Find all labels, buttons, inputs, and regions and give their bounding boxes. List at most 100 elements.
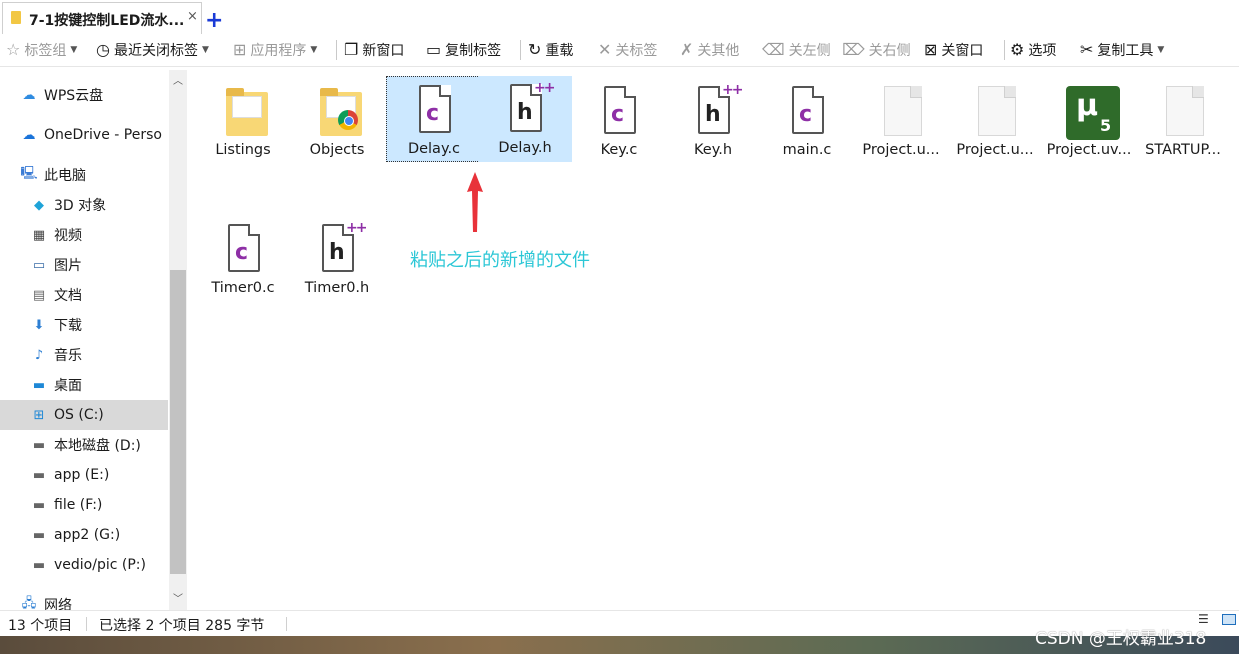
music-icon: ♪ (34, 347, 44, 363)
file-item[interactable]: μ5 Project.uv... (1042, 78, 1136, 164)
uvision-icon: μ5 (1066, 86, 1120, 140)
nav-item-label: WPS云盘 (44, 88, 104, 104)
nav-item-drive-e[interactable]: ▬ app (E:) (0, 460, 168, 490)
nav-item-desktop[interactable]: ▬ 桌面 (0, 370, 168, 400)
drive-icon: ▬ (32, 527, 46, 543)
blank-file-icon (878, 86, 924, 140)
chevron-down-icon[interactable]: ﹀ (169, 590, 187, 606)
nav-scrollbar-thumb[interactable] (170, 270, 186, 574)
nav-item-label: 此电脑 (44, 168, 86, 184)
h-file-icon: h ++ (502, 80, 556, 138)
new-tab-button[interactable]: + (205, 10, 223, 32)
chevron-down-icon: ▼ (201, 45, 209, 55)
chevron-down-icon: ▼ (1157, 45, 1165, 55)
nav-item-wps-cloud[interactable]: ☁ WPS云盘 (0, 80, 168, 110)
applications-button[interactable]: ⊞ 应用程序 ▼ (233, 38, 317, 62)
c-file-icon: c (596, 86, 642, 140)
file-item[interactable]: Listings (196, 78, 290, 164)
nav-item-label: 3D 对象 (54, 198, 107, 214)
nav-item-documents[interactable]: ▤ 文档 (0, 280, 168, 310)
file-name: Delay.c (407, 141, 461, 157)
close-tab-button[interactable]: ✕ 关标签 (598, 38, 657, 62)
nav-item-drive-f[interactable]: ▬ file (F:) (0, 490, 168, 520)
chevron-up-icon[interactable]: ︿ (169, 72, 187, 88)
file-item[interactable]: Project.u... (854, 78, 948, 164)
nav-item-music[interactable]: ♪ 音乐 (0, 340, 168, 370)
3d-objects-icon: ◆ (34, 197, 44, 213)
file-item[interactable]: h ++ Key.h (666, 78, 760, 164)
file-item[interactable]: STARTUP... (1136, 78, 1230, 164)
nav-item-label: 图片 (54, 258, 82, 274)
download-icon: ⬇ (33, 317, 45, 333)
nav-item-3d-objects[interactable]: ◆ 3D 对象 (0, 190, 168, 220)
file-name: main.c (782, 142, 832, 158)
file-item[interactable]: Project.u... (948, 78, 1042, 164)
c-file-icon: c (411, 85, 457, 139)
c-file-icon: c (784, 86, 830, 140)
options-button[interactable]: ⚙ 选项 (1010, 38, 1056, 62)
folder-icon (220, 86, 268, 140)
applications-label: 应用程序 (250, 43, 307, 59)
new-window-button[interactable]: ❐ 新窗口 (344, 38, 404, 62)
close-left-icon: ⌫ (762, 40, 785, 59)
file-name: Project.u... (956, 142, 1034, 158)
nav-item-downloads[interactable]: ⬇ 下载 (0, 310, 168, 340)
large-icons-view-icon[interactable] (1222, 614, 1236, 625)
h-file-icon: h ++ (690, 82, 744, 140)
reload-button[interactable]: ↻ 重载 (528, 38, 573, 62)
nav-item-pictures[interactable]: ▭ 图片 (0, 250, 168, 280)
close-others-label: 关其他 (697, 43, 740, 59)
nav-item-label: vedio/pic (P:) (54, 557, 146, 573)
file-item[interactable]: Objects (290, 78, 384, 164)
close-right-icon: ⌦ (842, 40, 865, 59)
close-others-button[interactable]: ✗ 关其他 (680, 38, 739, 62)
toolbar-divider (1004, 40, 1005, 60)
close-left-button[interactable]: ⌫ 关左侧 (762, 38, 831, 62)
file-item[interactable]: c Timer0.c (196, 216, 290, 302)
copy-tab-button[interactable]: ▭ 复制标签 (426, 38, 501, 62)
file-item[interactable]: h ++ Timer0.h (290, 216, 384, 302)
bookmark-groups-button[interactable]: ☆ 标签组 ▼ (6, 38, 77, 62)
recently-closed-button[interactable]: ◷ 最近关闭标签 ▼ (96, 38, 209, 62)
nav-item-label: 网络 (44, 598, 72, 610)
file-name: Delay.h (498, 140, 552, 156)
computer-icon: 🖳 (20, 166, 38, 181)
file-item[interactable]: c Delay.c (386, 76, 480, 162)
nav-item-label: OneDrive - Perso (44, 127, 162, 143)
nav-item-label: 桌面 (54, 378, 82, 394)
star-icon: ☆ (6, 40, 21, 59)
copy-tab-label: 复制标签 (445, 43, 502, 59)
file-name: Key.c (600, 142, 638, 158)
drive-icon: ▬ (32, 467, 46, 483)
nav-item-drive-p[interactable]: ▬ vedio/pic (P:) (0, 550, 168, 580)
close-right-button[interactable]: ⌦ 关右侧 (842, 38, 911, 62)
nav-item-drive-d[interactable]: ▬ 本地磁盘 (D:) (0, 430, 168, 460)
close-window-button[interactable]: ⊠ 关窗口 (924, 38, 983, 62)
close-icon[interactable]: × (187, 9, 198, 24)
nav-item-label: app (E:) (54, 467, 110, 483)
nav-item-onedrive[interactable]: ☁ OneDrive - Perso (0, 120, 168, 150)
file-name: Project.uv... (1046, 142, 1132, 158)
nav-item-os-c[interactable]: ⊞ OS (C:) (0, 400, 168, 430)
annotation-arrow (467, 172, 483, 232)
blank-file-icon (972, 86, 1018, 140)
c-file-icon: c (220, 224, 266, 278)
file-view: Listings Objects c Delay.c h ++ Delay.h c… (188, 70, 1239, 610)
file-item[interactable]: c main.c (760, 78, 854, 164)
recently-closed-label: 最近关闭标签 (113, 43, 198, 59)
nav-item-label: 视频 (54, 228, 82, 244)
tab-active[interactable]: 7-1按键控制LED流水... × (2, 2, 202, 34)
scissors-icon: ✂ (1080, 40, 1094, 59)
close-tab-label: 关标签 (615, 43, 658, 59)
nav-item-drive-g[interactable]: ▬ app2 (G:) (0, 520, 168, 550)
file-item[interactable]: h ++ Delay.h (478, 76, 572, 162)
status-divider (86, 617, 87, 631)
nav-item-videos[interactable]: ▦ 视频 (0, 220, 168, 250)
toolbar-divider (520, 40, 521, 60)
onedrive-icon: ☁ (22, 127, 36, 143)
nav-item-this-pc[interactable]: 🖳 此电脑 (0, 160, 168, 190)
documents-icon: ▤ (32, 287, 46, 303)
nav-item-network[interactable]: 🖧 网络 (0, 590, 168, 610)
file-item[interactable]: c Key.c (572, 78, 666, 164)
copy-tools-button[interactable]: ✂ 复制工具 ▼ (1080, 38, 1164, 62)
